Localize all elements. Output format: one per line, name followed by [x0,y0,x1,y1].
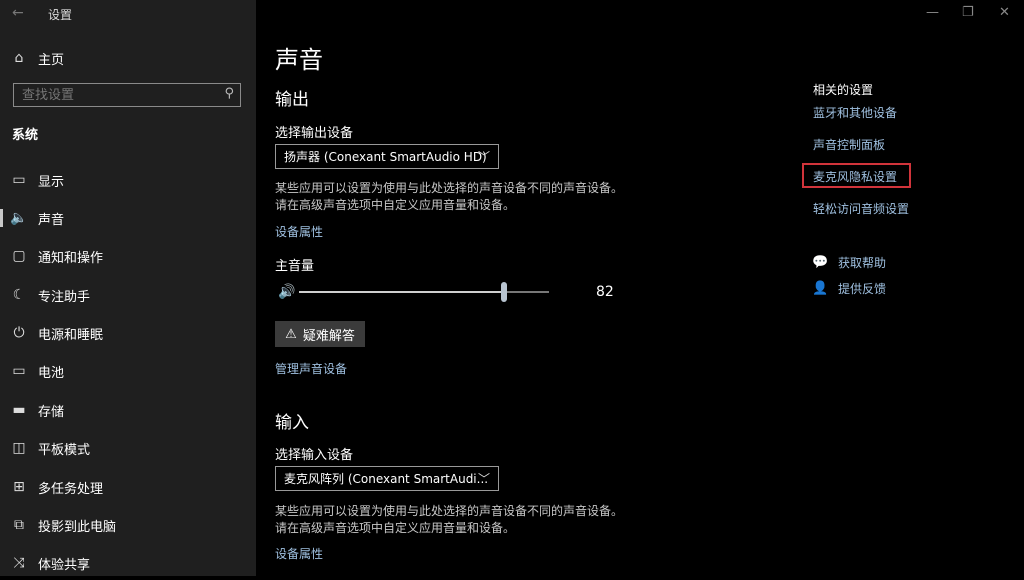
share-icon: ⤨ [13,555,25,571]
chevron-down-icon: ﹀ [477,150,490,164]
display-icon: ▭ [12,172,26,188]
storage-icon: ▬ [12,402,26,418]
output-device-value: 扬声器 (Conexant SmartAudio HD) [284,150,487,164]
volume-slider-fill [299,291,504,293]
section-label: 系统 [12,128,39,143]
sidebar-item-project[interactable]: ⧉ 投影到此电脑 [0,508,256,542]
output-description: 某些应用可以设置为使用与此处选择的声音设备不同的声音设备。 请在高级声音选项中自… [275,180,655,214]
sidebar-item-shared-experiences[interactable]: ⤨ 体验共享 [0,546,256,580]
speaker-icon: 🔈 [10,210,28,226]
troubleshoot-button[interactable]: ⚠ 疑难解答 [275,321,365,347]
notification-icon: ▢ [12,248,26,264]
input-desc-line1: 某些应用可以设置为使用与此处选择的声音设备不同的声音设备。 [275,504,624,518]
sidebar-item-sound[interactable]: 🔈 声音 [0,201,256,235]
minimize-button[interactable]: — [926,5,939,20]
sidebar-item-label: 主页 [38,52,65,68]
project-icon: ⧉ [14,517,24,533]
sidebar-item-label: 电池 [38,365,65,381]
sidebar-item-notifications[interactable]: ▢ 通知和操作 [0,239,256,273]
get-help-label: 获取帮助 [838,256,887,270]
sidebar-item-battery[interactable]: ▭ 电池 [0,354,256,388]
sidebar-item-power[interactable]: ⏻ 电源和睡眠 [0,316,256,350]
sidebar-item-display[interactable]: ▭ 显示 [0,163,256,197]
home-icon: ⌂ [14,50,24,66]
input-device-dropdown[interactable]: 麦克风阵列 (Conexant SmartAudi... ﹀ [275,466,499,491]
get-help-link[interactable]: 💬 获取帮助 [812,254,886,271]
battery-icon: ▭ [12,363,26,379]
input-desc-line2: 请在高级声音选项中自定义应用音量和设备。 [275,521,516,535]
volume-icon[interactable]: 🔊 [278,284,295,300]
sidebar-item-label: 通知和操作 [38,250,104,266]
bluetooth-devices-link[interactable]: 蓝牙和其他设备 [813,104,897,121]
sidebar-item-label: 专注助手 [38,289,91,305]
sidebar-item-tablet[interactable]: ◫ 平板模式 [0,431,256,465]
output-device-properties-link[interactable]: 设备属性 [275,223,323,240]
give-feedback-label: 提供反馈 [838,282,887,296]
related-settings-title: 相关的设置 [813,83,874,97]
input-device-value: 麦克风阵列 (Conexant SmartAudi... [284,472,489,486]
tablet-icon: ◫ [12,440,26,456]
page-title: 声音 [275,46,323,74]
sound-control-panel-link[interactable]: 声音控制面板 [813,136,885,153]
output-desc-line1: 某些应用可以设置为使用与此处选择的声音设备不同的声音设备。 [275,181,624,195]
output-select-label: 选择输出设备 [275,126,354,141]
sidebar-item-label: 体验共享 [38,557,91,573]
moon-icon: ☾ [12,287,26,303]
input-description: 某些应用可以设置为使用与此处选择的声音设备不同的声音设备。 请在高级声音选项中自… [275,503,655,537]
sidebar-item-storage[interactable]: ▬ 存储 [0,393,256,427]
sidebar-item-multitasking[interactable]: ⊞ 多任务处理 [0,470,256,504]
microphone-privacy-link[interactable]: 麦克风隐私设置 [813,168,897,185]
sidebar: ← 设置 ⌂ 主页 ⚲ 系统 ▭ 显示 🔈 声音 ▢ 通知和操作 ☾ 专注助手 … [0,0,256,576]
output-desc-line2: 请在高级声音选项中自定义应用音量和设备。 [275,198,516,212]
main-content: — ❐ ✕ 声音 输出 选择输出设备 扬声器 (Conexant SmartAu… [256,0,1024,576]
restore-button[interactable]: ❐ [962,5,974,20]
sidebar-item-label: 多任务处理 [38,481,104,497]
multitask-icon: ⊞ [13,479,25,495]
chevron-down-icon: ﹀ [477,472,490,486]
sidebar-item-label: 声音 [38,212,65,228]
input-heading: 输入 [275,413,309,433]
chat-bubble-icon: 💬 [812,255,829,270]
volume-slider[interactable] [299,282,549,302]
power-icon: ⏻ [13,325,25,341]
feedback-person-icon: 👤 [812,281,829,296]
search-box[interactable]: ⚲ [13,83,241,107]
output-heading: 输出 [275,90,309,110]
input-device-properties-link[interactable]: 设备属性 [275,545,323,562]
sidebar-item-focus-assist[interactable]: ☾ 专注助手 [0,278,256,312]
troubleshoot-label: 疑难解答 [302,328,355,344]
app-title: 设置 [48,8,73,22]
warning-icon: ⚠ [285,326,297,342]
sidebar-item-label: 电源和睡眠 [38,327,104,343]
sidebar-item-label: 投影到此电脑 [38,519,117,535]
ease-of-access-audio-link[interactable]: 轻松访问音频设置 [813,200,909,217]
sidebar-item-label: 平板模式 [38,442,91,458]
output-device-dropdown[interactable]: 扬声器 (Conexant SmartAudio HD) ﹀ [275,144,499,169]
back-arrow-icon[interactable]: ← [12,5,24,21]
sidebar-item-label: 显示 [38,174,65,190]
master-volume-label: 主音量 [275,259,315,274]
volume-value: 82 [596,284,614,300]
volume-slider-thumb[interactable] [501,282,507,302]
sidebar-item-label: 存储 [38,404,65,420]
give-feedback-link[interactable]: 👤 提供反馈 [812,280,886,297]
search-input[interactable] [14,85,220,106]
manage-sound-devices-link[interactable]: 管理声音设备 [275,360,347,377]
input-select-label: 选择输入设备 [275,448,354,463]
search-icon[interactable]: ⚲ [224,86,234,101]
close-button[interactable]: ✕ [999,5,1010,20]
sidebar-item-home[interactable]: ⌂ 主页 [0,41,256,75]
